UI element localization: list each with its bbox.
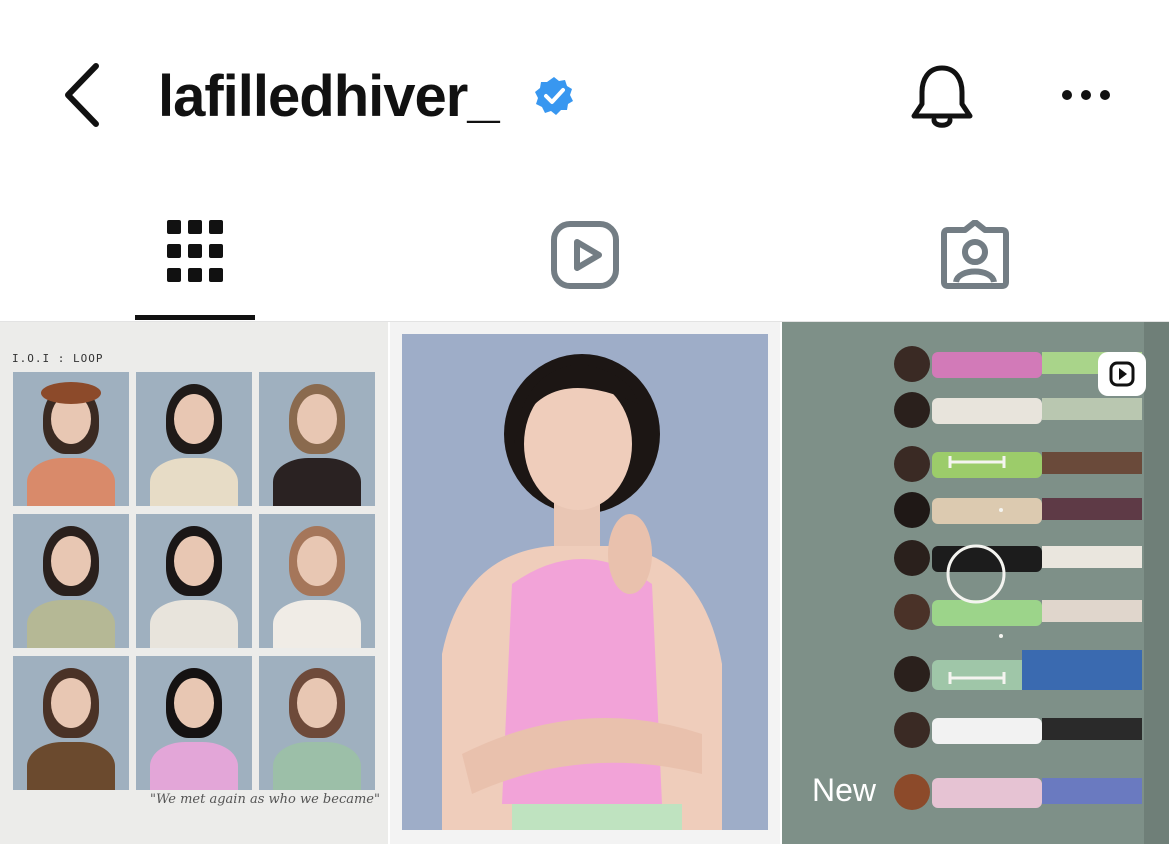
collage-photo bbox=[136, 514, 252, 648]
notification-bell-icon[interactable] bbox=[908, 60, 976, 132]
back-arrow-icon[interactable] bbox=[58, 60, 108, 130]
collage-title: I.O.I : LOOP bbox=[12, 352, 104, 365]
more-options-icon[interactable] bbox=[1058, 80, 1114, 110]
profile-tabs bbox=[0, 190, 1169, 322]
portrait-photo bbox=[402, 334, 768, 830]
post-thumbnail[interactable]: I.O.I : LOOP "We met again as who we bec… bbox=[0, 322, 388, 844]
group-video-frame bbox=[782, 322, 1169, 844]
collage-caption: "We met again as who we became" bbox=[150, 792, 380, 807]
collage-photo bbox=[259, 514, 375, 648]
tab-posts[interactable] bbox=[0, 190, 390, 322]
tagged-icon bbox=[941, 220, 1009, 289]
post-thumbnail[interactable]: New bbox=[782, 322, 1169, 844]
profile-header: lafilledhiver_ bbox=[0, 0, 1169, 190]
collage-photo bbox=[13, 514, 129, 648]
active-tab-indicator bbox=[135, 315, 255, 320]
grid-icon bbox=[167, 220, 223, 282]
tab-reels[interactable] bbox=[390, 190, 780, 322]
collage-photo bbox=[13, 656, 129, 790]
profile-username: lafilledhiver_ bbox=[158, 64, 500, 129]
collage-photo bbox=[13, 372, 129, 506]
collage-photo bbox=[136, 656, 252, 790]
posts-grid: I.O.I : LOOP "We met again as who we bec… bbox=[0, 322, 1169, 844]
tab-tagged[interactable] bbox=[780, 190, 1169, 322]
collage-photo bbox=[259, 372, 375, 506]
verified-badge-icon bbox=[535, 77, 573, 115]
collage-photo bbox=[136, 372, 252, 506]
new-label: New bbox=[812, 772, 877, 808]
reel-badge-icon bbox=[1098, 352, 1146, 396]
collage-photo bbox=[259, 656, 375, 790]
post-thumbnail[interactable] bbox=[390, 322, 780, 844]
reels-icon bbox=[551, 221, 619, 289]
